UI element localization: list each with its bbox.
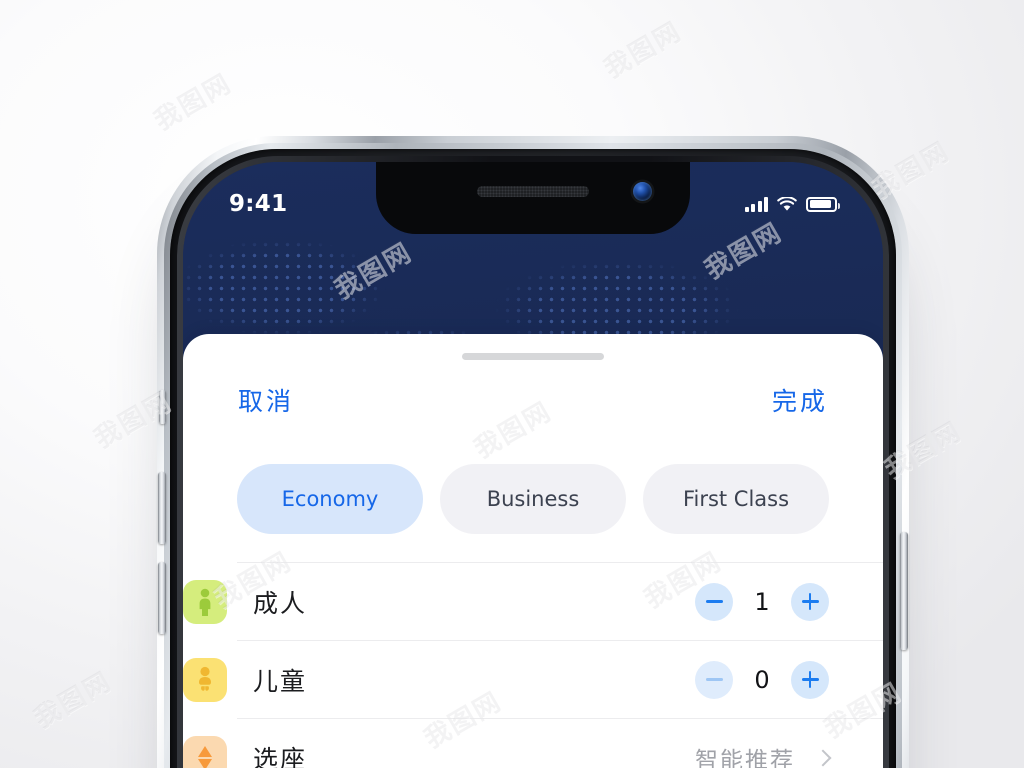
chevron-right-icon bbox=[814, 749, 832, 766]
plus-icon bbox=[801, 593, 819, 610]
row-child: 儿童 0 bbox=[183, 640, 883, 718]
watermark-text: 我图网 bbox=[29, 666, 118, 735]
child-passenger-icon bbox=[183, 657, 227, 702]
status-bar-time: 9:41 bbox=[229, 191, 288, 217]
seat-select-icon bbox=[183, 735, 227, 768]
row-seat-label: 选座 bbox=[253, 744, 308, 768]
cabin-class-business[interactable]: Business bbox=[440, 464, 626, 534]
row-adult: 成人 1 bbox=[183, 562, 883, 640]
seat-selection-value: 智能推荐 bbox=[695, 747, 795, 768]
adult-count-value: 1 bbox=[754, 587, 770, 616]
child-count-value: 0 bbox=[754, 665, 770, 694]
status-bar: 9:41 bbox=[183, 188, 883, 220]
row-child-label: 儿童 bbox=[253, 666, 308, 696]
phone-screen: 9:41 取消 完成 Economy Business First Class … bbox=[183, 162, 883, 768]
phone-mockup: 9:41 取消 完成 Economy Business First Class … bbox=[157, 136, 909, 768]
row-seat-selection[interactable]: 选座 智能推荐 bbox=[183, 718, 883, 768]
adult-decrement-button[interactable] bbox=[695, 582, 733, 621]
passenger-selection-sheet: 取消 完成 Economy Business First Class 成人 1 … bbox=[183, 334, 883, 768]
minus-icon bbox=[705, 678, 723, 681]
child-decrement-button[interactable] bbox=[695, 660, 733, 699]
child-increment-button[interactable] bbox=[791, 660, 829, 699]
plus-icon bbox=[801, 671, 819, 688]
power-button[interactable] bbox=[900, 532, 908, 650]
adult-increment-button[interactable] bbox=[791, 582, 829, 621]
child-icon-slot bbox=[183, 657, 227, 702]
watermark-text: 我图网 bbox=[149, 68, 238, 137]
adult-stepper: 1 bbox=[695, 582, 829, 621]
cabin-class-first[interactable]: First Class bbox=[643, 464, 829, 534]
status-bar-indicators bbox=[744, 196, 840, 212]
battery-icon bbox=[806, 196, 840, 212]
sheet-drag-handle[interactable] bbox=[462, 353, 604, 360]
passenger-options-list: 成人 1 儿童 0 选座 智能推荐 bbox=[183, 562, 883, 768]
adult-icon-slot bbox=[183, 579, 227, 624]
mute-switch-button[interactable] bbox=[159, 390, 166, 424]
cabin-class-selector: Economy Business First Class bbox=[183, 418, 883, 534]
sheet-header: 取消 完成 bbox=[183, 360, 883, 418]
seat-icon-slot bbox=[183, 735, 227, 768]
minus-icon bbox=[705, 600, 723, 603]
wifi-icon bbox=[777, 196, 797, 211]
row-adult-label: 成人 bbox=[253, 588, 308, 618]
cabin-class-economy[interactable]: Economy bbox=[237, 464, 423, 534]
signal-bars-icon bbox=[744, 196, 768, 212]
adult-passenger-icon bbox=[183, 579, 227, 624]
watermark-text: 我图网 bbox=[599, 16, 688, 85]
seat-value-group[interactable]: 智能推荐 bbox=[695, 741, 832, 768]
done-button[interactable]: 完成 bbox=[772, 382, 828, 418]
volume-up-button[interactable] bbox=[158, 472, 166, 544]
child-stepper: 0 bbox=[695, 660, 829, 699]
volume-down-button[interactable] bbox=[158, 562, 166, 634]
cancel-button[interactable]: 取消 bbox=[238, 382, 294, 418]
